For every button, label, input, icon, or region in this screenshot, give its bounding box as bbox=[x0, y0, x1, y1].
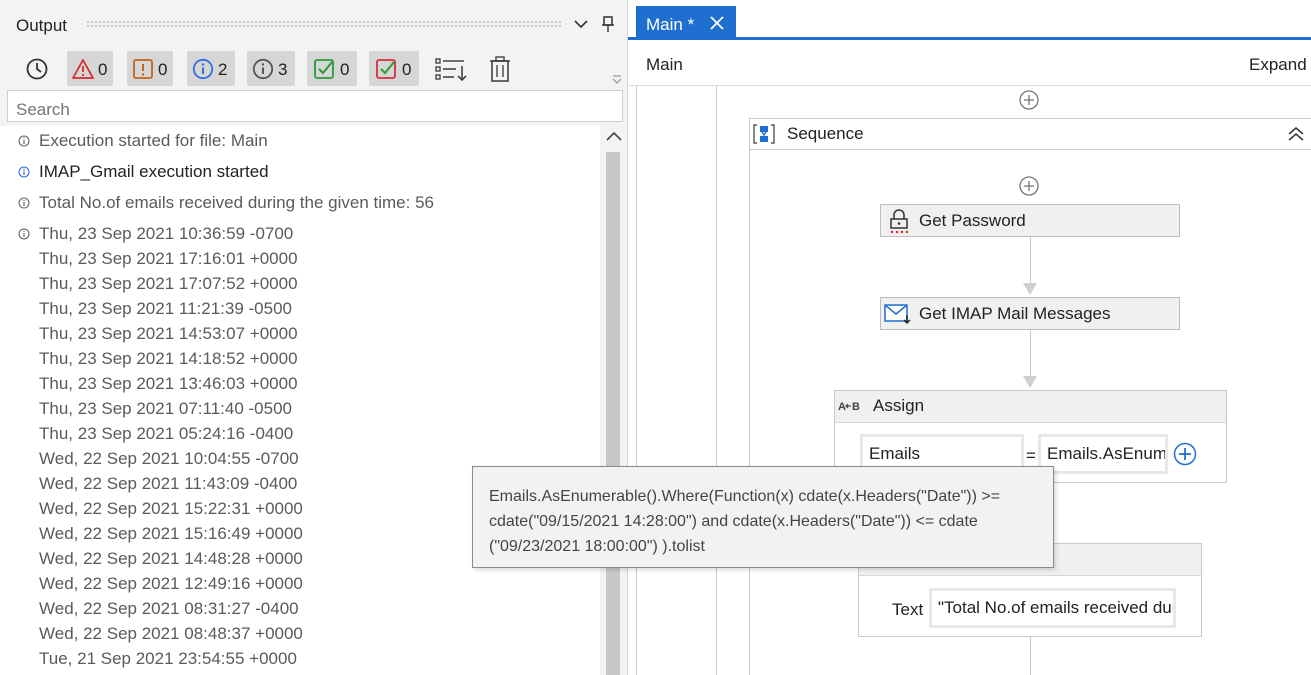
failed-count: 0 bbox=[402, 60, 412, 79]
assign-header[interactable]: A B Assign bbox=[835, 391, 1226, 423]
success-check-icon bbox=[314, 59, 334, 79]
log-entry[interactable]: Wed, 22 Sep 2021 08:31:27 -0400 bbox=[39, 599, 299, 619]
info-icon bbox=[18, 166, 30, 178]
add-activity-icon[interactable] bbox=[1019, 176, 1039, 196]
info-icon bbox=[192, 58, 214, 80]
filter-warnings-button[interactable]: 0 bbox=[127, 51, 173, 86]
log-entry[interactable]: Wed, 22 Sep 2021 12:49:16 +0000 bbox=[39, 574, 303, 594]
output-log-list: Execution started for file: Main IMAP_Gma… bbox=[0, 126, 600, 675]
filter-trace-button[interactable]: 3 bbox=[247, 51, 295, 86]
panel-title: Output bbox=[16, 16, 68, 35]
mail-icon bbox=[884, 304, 911, 325]
log-entry[interactable]: IMAP_Gmail execution started bbox=[39, 162, 269, 182]
log-entry[interactable]: Tue, 21 Sep 2021 23:54:55 +0000 bbox=[39, 649, 297, 669]
log-entry[interactable]: Wed, 22 Sep 2021 15:16:49 +0000 bbox=[39, 524, 303, 544]
breadcrumb[interactable]: Main bbox=[646, 55, 683, 75]
trace-icon bbox=[18, 197, 30, 209]
get-password-activity[interactable]: Get Password bbox=[880, 204, 1180, 237]
svg-text:B: B bbox=[852, 401, 860, 413]
log-entry[interactable]: Wed, 22 Sep 2021 08:48:37 +0000 bbox=[39, 624, 303, 644]
trace-icon bbox=[252, 58, 274, 80]
info-count: 2 bbox=[218, 60, 228, 79]
activity-title: Get Password bbox=[919, 211, 1026, 230]
log-entry[interactable]: Thu, 23 Sep 2021 05:24:16 -0400 bbox=[39, 424, 293, 444]
add-assignment-icon[interactable] bbox=[1173, 442, 1197, 466]
list-sort-icon[interactable] bbox=[434, 55, 468, 83]
assign-equals-sign: = bbox=[1026, 446, 1036, 465]
trace-count: 3 bbox=[278, 60, 288, 79]
error-count: 0 bbox=[98, 60, 108, 79]
lock-icon bbox=[890, 209, 909, 234]
log-entry[interactable]: Total No.of emails received during the g… bbox=[39, 193, 434, 213]
scrollbar-thumb[interactable] bbox=[606, 152, 620, 675]
assign-value-field[interactable]: Emails.AsEnumerable() bbox=[1038, 434, 1168, 474]
activity-title: Get IMAP Mail Messages bbox=[919, 304, 1111, 323]
log-entry[interactable]: Wed, 22 Sep 2021 15:22:31 +0000 bbox=[39, 499, 303, 519]
log-entry[interactable]: Thu, 23 Sep 2021 10:36:59 -0700 bbox=[39, 224, 293, 244]
log-entry[interactable]: Thu, 23 Sep 2021 17:07:52 +0000 bbox=[39, 274, 298, 294]
tab-main[interactable]: Main * bbox=[636, 6, 736, 40]
tooltip-text: Emails.AsEnumerable().Where(Function(x) … bbox=[489, 488, 1001, 555]
expression-tooltip: Emails.AsEnumerable().Where(Function(x) … bbox=[472, 466, 1054, 568]
sequence-icon bbox=[753, 124, 775, 144]
close-icon[interactable] bbox=[708, 14, 726, 32]
log-entry[interactable]: Thu, 23 Sep 2021 07:11:40 -0500 bbox=[39, 399, 292, 419]
log-entry[interactable]: Execution started for file: Main bbox=[39, 131, 268, 151]
log-entry[interactable]: Wed, 22 Sep 2021 10:04:55 -0700 bbox=[39, 449, 299, 469]
chevron-down-icon[interactable] bbox=[572, 13, 590, 35]
search-input[interactable] bbox=[7, 90, 623, 122]
filter-success-button[interactable]: 0 bbox=[307, 51, 357, 86]
canvas-divider bbox=[716, 86, 717, 675]
log-entry[interactable]: Thu, 23 Sep 2021 14:18:52 +0000 bbox=[39, 349, 298, 369]
breadcrumb-bar bbox=[628, 41, 1311, 86]
collapse-icon[interactable] bbox=[1287, 126, 1305, 142]
log-entry[interactable]: Thu, 23 Sep 2021 17:16:01 +0000 bbox=[39, 249, 298, 269]
filter-errors-button[interactable]: 0 bbox=[67, 51, 113, 86]
filter-info-button[interactable]: 2 bbox=[187, 51, 235, 86]
get-imap-mail-activity[interactable]: Get IMAP Mail Messages bbox=[880, 297, 1180, 330]
flow-connector bbox=[1030, 330, 1031, 378]
scroll-up-icon[interactable] bbox=[604, 126, 624, 148]
warning-count: 0 bbox=[158, 60, 168, 79]
trace-icon bbox=[18, 228, 30, 240]
svg-text:A: A bbox=[838, 401, 846, 413]
trace-icon bbox=[18, 135, 30, 147]
success-count: 0 bbox=[340, 60, 350, 79]
text-property-field[interactable]: "Total No.of emails received during the … bbox=[929, 588, 1176, 628]
sequence-title: Sequence bbox=[787, 124, 864, 143]
flow-arrow bbox=[1023, 376, 1037, 388]
failed-check-icon bbox=[376, 59, 396, 79]
panel-drag-grip[interactable] bbox=[86, 20, 562, 29]
log-entry[interactable]: Wed, 22 Sep 2021 14:48:28 +0000 bbox=[39, 549, 303, 569]
log-entry[interactable]: Thu, 23 Sep 2021 13:46:03 +0000 bbox=[39, 374, 298, 394]
error-icon bbox=[72, 59, 94, 79]
trash-icon[interactable] bbox=[486, 55, 514, 83]
log-entry[interactable]: Thu, 23 Sep 2021 11:21:39 -0500 bbox=[39, 299, 292, 319]
expand-all-link[interactable]: Expand bbox=[1249, 55, 1307, 75]
filter-failed-button[interactable]: 0 bbox=[369, 51, 419, 86]
warning-icon bbox=[133, 59, 153, 79]
log-entry[interactable]: Thu, 23 Sep 2021 14:53:07 +0000 bbox=[39, 324, 298, 344]
text-property-label: Text bbox=[892, 600, 924, 619]
activity-title: Assign bbox=[873, 396, 925, 415]
flow-arrow bbox=[1023, 283, 1037, 295]
tab-label: Main * bbox=[646, 15, 695, 34]
pin-icon[interactable] bbox=[600, 13, 616, 35]
toolbar-overflow-icon[interactable] bbox=[611, 74, 623, 84]
flow-connector bbox=[1030, 237, 1031, 285]
assign-icon: A B bbox=[838, 401, 860, 413]
log-entry[interactable]: Wed, 22 Sep 2021 11:43:09 -0400 bbox=[39, 474, 297, 494]
history-icon[interactable] bbox=[25, 57, 49, 81]
add-activity-icon[interactable] bbox=[1019, 90, 1039, 110]
flow-connector bbox=[1030, 637, 1031, 675]
